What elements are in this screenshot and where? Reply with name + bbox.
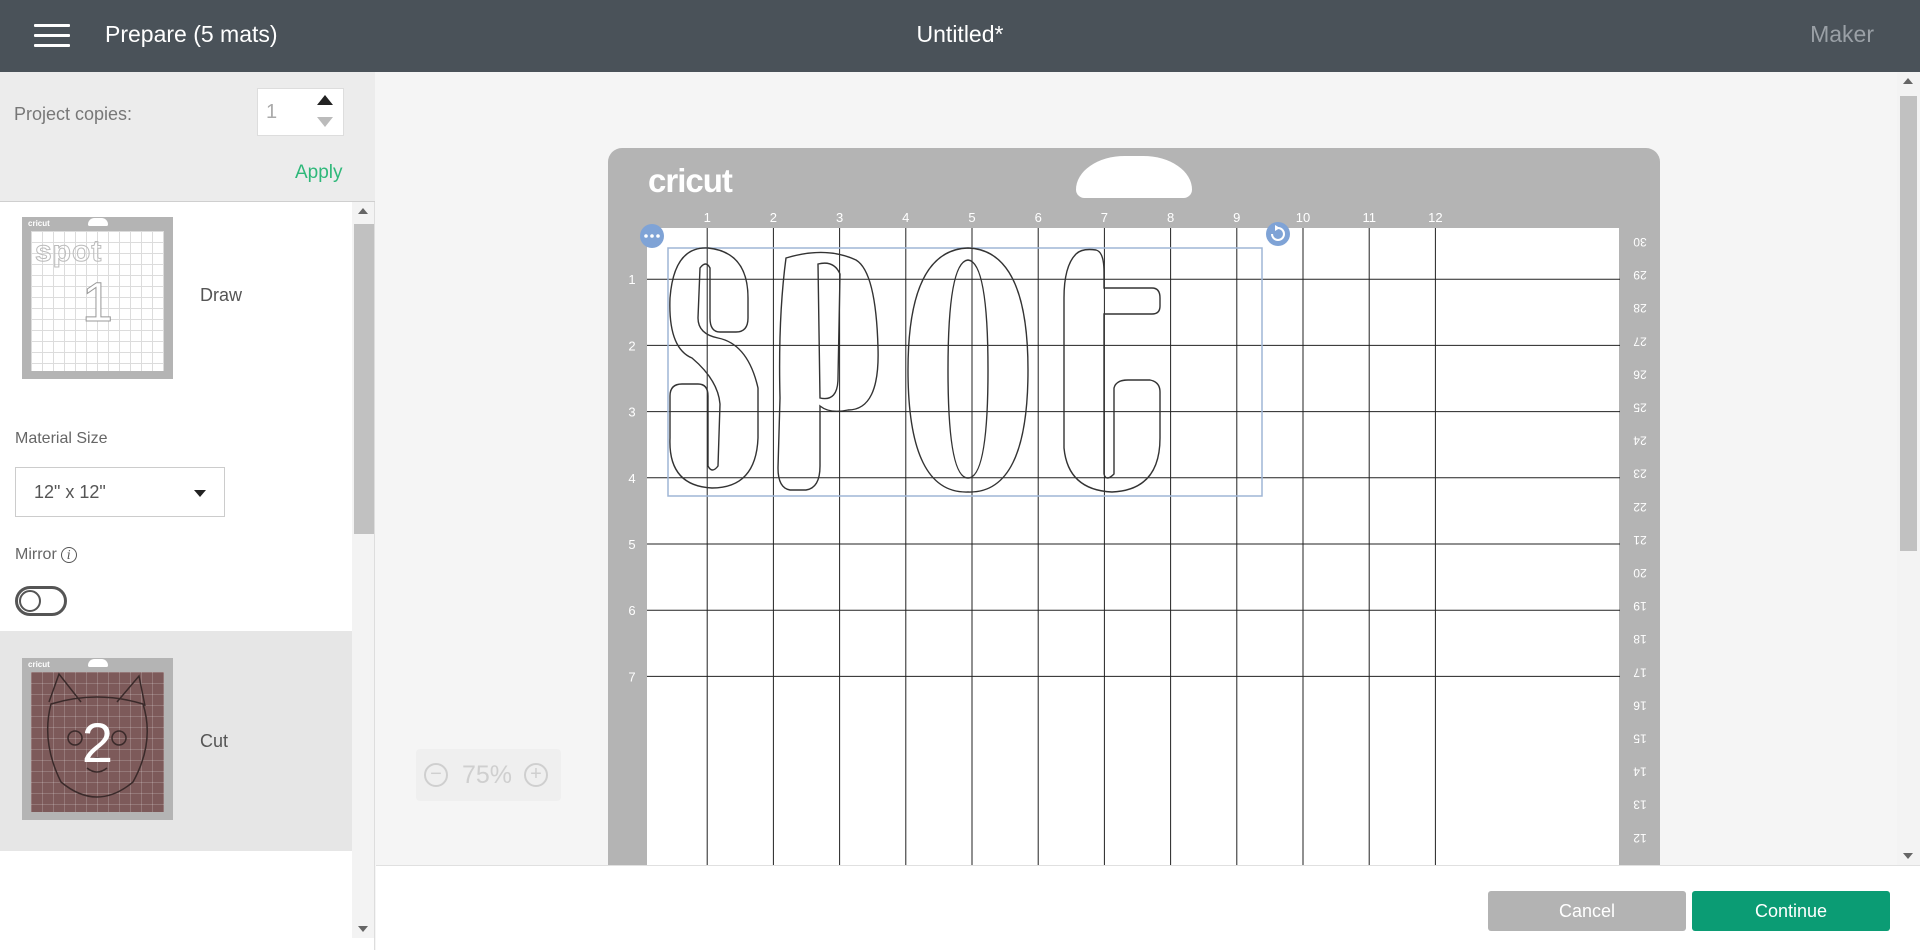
- material-size-value: 12" x 12": [34, 482, 106, 502]
- top-ruler-label: 3: [836, 210, 843, 225]
- left-ruler-label: 5: [628, 537, 635, 552]
- mat-item-1[interactable]: cricut spot 1 Draw Material Size 12" x 1…: [0, 203, 352, 631]
- right-ruler-label: 26: [1633, 367, 1647, 381]
- info-icon[interactable]: i: [60, 547, 77, 563]
- scrollbar-thumb[interactable]: [354, 224, 374, 534]
- zoom-out-icon[interactable]: −: [424, 763, 448, 787]
- right-ruler-label: 23: [1633, 467, 1647, 481]
- mat-thumbnail-logo: cricut: [28, 219, 50, 228]
- zoom-in-icon[interactable]: +: [524, 763, 548, 787]
- right-ruler-label: 17: [1633, 665, 1647, 679]
- mat-label-cut: Cut: [200, 731, 229, 751]
- apply-button[interactable]: Apply: [295, 162, 343, 184]
- top-ruler-label: 6: [1035, 210, 1042, 225]
- mat-notch: [88, 659, 108, 667]
- top-ruler-label: 12: [1428, 210, 1442, 225]
- left-ruler-label: 3: [628, 405, 635, 420]
- right-ruler-label: 24: [1633, 434, 1647, 448]
- mat-surface: [647, 228, 1619, 865]
- mirror-toggle[interactable]: [15, 586, 67, 616]
- mat-thumbnail-logo: cricut: [28, 660, 50, 669]
- top-ruler-label: 8: [1167, 210, 1174, 225]
- top-ruler-label: 1: [704, 210, 711, 225]
- mat-label-draw: Draw: [200, 285, 243, 305]
- scroll-down-arrow-icon[interactable]: [358, 926, 368, 932]
- project-copies-label: Project copies:: [14, 104, 133, 124]
- right-ruler-label: 14: [1633, 765, 1647, 779]
- mat-number: 1: [81, 270, 114, 334]
- left-ruler-label: 6: [628, 603, 635, 618]
- mat-notch: [88, 218, 108, 226]
- left-ruler-label: 4: [628, 471, 635, 486]
- rotate-handle-icon[interactable]: [1266, 222, 1290, 246]
- project-copies-stepper[interactable]: 1: [257, 88, 344, 136]
- mat-thumbnail-design: spot: [34, 235, 103, 269]
- project-copies-value[interactable]: 1: [266, 101, 277, 124]
- right-ruler-label: 22: [1633, 500, 1647, 514]
- mat-list-scrollbar[interactable]: [352, 202, 374, 938]
- cancel-button[interactable]: Cancel: [1488, 891, 1686, 931]
- scrollbar-thumb[interactable]: [1900, 96, 1917, 551]
- right-ruler-label: 13: [1633, 798, 1647, 812]
- right-ruler-label: 28: [1633, 301, 1647, 315]
- material-size-select[interactable]: 12" x 12": [15, 467, 225, 517]
- mat-list: cricut spot 1 Draw Material Size 12" x 1…: [0, 203, 352, 938]
- decrement-arrow-icon[interactable]: [317, 117, 333, 127]
- mat-item-2[interactable]: cricut 2 Cut: [0, 631, 352, 851]
- right-ruler-label: 15: [1633, 732, 1647, 746]
- left-ruler-label: 7: [628, 669, 635, 684]
- scroll-down-arrow-icon[interactable]: [1903, 853, 1913, 859]
- material-size-label: Material Size: [15, 430, 108, 447]
- increment-arrow-icon[interactable]: [317, 95, 333, 105]
- top-ruler-label: 4: [902, 210, 909, 225]
- right-ruler-label: 21: [1633, 533, 1647, 547]
- footer-bar: Cancel Continue: [376, 865, 1920, 950]
- top-ruler-label: 10: [1296, 210, 1310, 225]
- chevron-down-icon: [194, 490, 206, 497]
- zoom-control: − 75% +: [416, 749, 561, 801]
- mat-number: 2: [81, 711, 114, 774]
- mirror-label: Mirror i: [15, 546, 77, 564]
- zoom-level: 75%: [462, 761, 513, 789]
- document-title: Untitled*: [916, 21, 1004, 47]
- right-ruler-label: 16: [1633, 698, 1647, 712]
- top-ruler-label: 9: [1233, 210, 1240, 225]
- right-ruler-label: 19: [1633, 599, 1647, 613]
- options-handle[interactable]: [640, 224, 664, 248]
- toggle-knob: [19, 590, 41, 612]
- right-ruler-label: 20: [1633, 566, 1647, 580]
- project-copies-section: Project copies: 1 Apply: [0, 72, 375, 202]
- top-ruler-label: 2: [770, 210, 777, 225]
- mat-grid-svg: 1 2 3 4 5 6 7 8 9 10 11 12 1234567 3029282726252423…: [628, 210, 1647, 865]
- top-ruler-label: 5: [968, 210, 975, 225]
- right-ruler-label: 12: [1633, 831, 1647, 845]
- scroll-up-arrow-icon[interactable]: [358, 208, 368, 214]
- scroll-up-arrow-icon[interactable]: [1903, 78, 1913, 84]
- top-ruler-label: 11: [1362, 210, 1376, 225]
- top-ruler-label: 7: [1101, 210, 1108, 225]
- right-ruler-label: 18: [1633, 632, 1647, 646]
- left-panel: Project copies: 1 Apply cricut spot 1 Dr…: [0, 72, 375, 950]
- continue-button[interactable]: Continue: [1692, 891, 1890, 931]
- mat-preview-canvas: cricut 1 2 3 4 5 6 7 8 9 10 11 12 1234567 30 29 28 27 2…: [376, 72, 1896, 865]
- right-ruler-label: 25: [1633, 401, 1647, 415]
- hamburger-menu-icon[interactable]: [34, 24, 70, 48]
- machine-selector[interactable]: Maker: [1810, 21, 1874, 48]
- mat-thumbnail-1[interactable]: cricut spot 1: [22, 217, 173, 379]
- page-title: Prepare (5 mats): [105, 21, 278, 47]
- right-ruler-label: 29: [1633, 268, 1647, 282]
- mirror-label-text: Mirror: [15, 546, 57, 563]
- right-ruler-label: 27: [1633, 334, 1647, 348]
- top-bar: Prepare (5 mats) Untitled* Maker: [0, 0, 1920, 72]
- canvas-scrollbar[interactable]: [1897, 72, 1920, 865]
- right-ruler-label: 30: [1633, 235, 1647, 249]
- mat-thumbnail-2[interactable]: cricut 2: [22, 658, 173, 820]
- cutting-mat: cricut 1 2 3 4 5 6 7 8 9 10 11 12 1234567 30 29 28 27 2…: [608, 148, 1660, 865]
- left-ruler-label: 2: [628, 338, 635, 353]
- left-ruler-label: 1: [628, 272, 635, 287]
